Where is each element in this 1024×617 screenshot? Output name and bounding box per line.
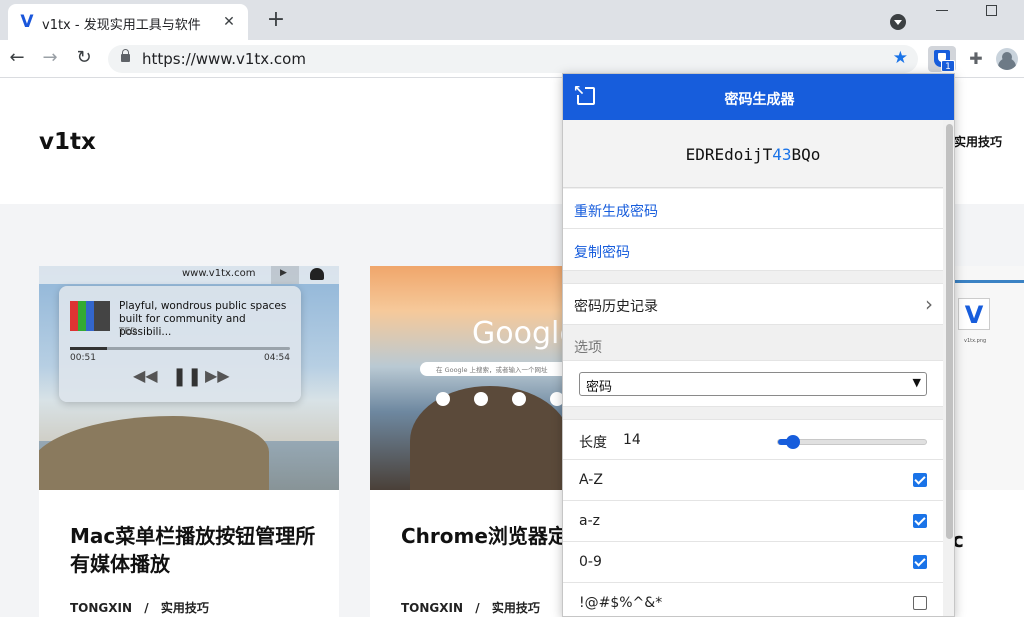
option-row: a-z (563, 501, 943, 542)
article-category[interactable]: 实用技巧 (492, 601, 540, 615)
forward-icon[interactable]: → (39, 46, 61, 70)
chevron-down-icon: ▼ (912, 376, 921, 389)
menubar-url: www.v1tx.com (182, 268, 256, 279)
media-time-total: 04:54 (264, 353, 290, 363)
length-row: 长度 14 (563, 419, 943, 460)
mac-menubar: www.v1tx.com (39, 266, 339, 284)
password-type-value: 密码 (586, 380, 613, 395)
media-time-elapsed: 00:51 (70, 353, 96, 363)
chevron-right-icon: › (925, 292, 933, 316)
meta-separator: / (144, 601, 149, 615)
option-label: 0-9 (579, 554, 602, 570)
option-row: 0-9 (563, 542, 943, 583)
new-tab-button[interactable]: + (264, 8, 288, 32)
v1tx-logo-icon: V (958, 298, 990, 330)
option-row: A-Z (563, 460, 943, 501)
copy-label: 复制密码 (574, 245, 630, 261)
shortcut-tile (512, 392, 526, 406)
extensions-puzzle-icon[interactable]: ✚ (962, 46, 990, 72)
popup-scrollbar[interactable] (943, 120, 954, 616)
google-search-placeholder: 在 Google 上搜索，或者输入一个网址 (436, 366, 548, 374)
length-label: 长度 (579, 435, 607, 451)
article-author[interactable]: TONGXIN (401, 601, 463, 615)
play-icon (271, 266, 299, 284)
article-author[interactable]: TONGXIN (70, 601, 132, 615)
article-category[interactable]: 实用技巧 (161, 601, 209, 615)
fast-forward-icon: ▶▶ (205, 366, 230, 385)
popup-header: ↖ 密码生成器 (563, 74, 954, 120)
bookmark-star-icon[interactable]: ★ (893, 48, 908, 68)
generated-password-box: EDREdoijT43BQo (563, 120, 943, 188)
media-progress (70, 347, 290, 350)
back-icon[interactable]: ← (6, 46, 28, 70)
image-caption: v1tx.png (964, 338, 987, 344)
tab-strip: V v1tx - 发现实用工具与软件 ✕ + (0, 0, 1024, 40)
option-label: a-z (579, 513, 600, 529)
history-label: 密码历史记录 (574, 299, 658, 315)
password-type-select[interactable]: 密码 ▼ (579, 372, 927, 396)
length-value: 14 (623, 432, 641, 448)
option-checkbox[interactable] (913, 473, 927, 487)
site-logo[interactable]: v1tx (39, 129, 96, 155)
pause-icon: ❚❚ (172, 366, 203, 387)
v1tx-favicon-icon: V (20, 12, 34, 32)
option-row: !@#$%^&* (563, 583, 943, 616)
article-card[interactable]: www.v1tx.com Playful, wondrous public sp… (39, 266, 339, 617)
article-meta: TONGXIN / 实用技巧 (70, 599, 209, 616)
option-label: !@#$%^&* (579, 595, 663, 611)
hat-icon (310, 268, 324, 280)
minimize-icon[interactable] (936, 10, 948, 11)
media-widget: Playful, wondrous public spaces built fo… (59, 286, 301, 402)
option-checkbox[interactable] (913, 514, 927, 528)
browser-tab[interactable]: V v1tx - 发现实用工具与软件 ✕ (8, 4, 248, 40)
regenerate-password-button[interactable]: 重新生成密码 (563, 189, 943, 229)
article-thumbnail[interactable]: V v1tx.png (952, 266, 1024, 490)
popup-title: 密码生成器 (724, 92, 795, 108)
scrollbar-thumb[interactable] (946, 124, 953, 539)
shortcut-tile (474, 392, 488, 406)
profile-avatar[interactable] (996, 48, 1018, 70)
option-label: A-Z (579, 472, 603, 488)
url-text[interactable]: https://www.v1tx.com (142, 50, 306, 68)
article-thumbnail[interactable]: www.v1tx.com Playful, wondrous public sp… (39, 266, 339, 490)
option-checkbox[interactable] (913, 555, 927, 569)
site-nav-item[interactable]: 实用技巧 (954, 133, 1002, 150)
extension-badge: 1 (941, 60, 955, 72)
media-title: Playful, wondrous public spaces built fo… (119, 300, 287, 338)
generated-password[interactable]: EDREdoijT43BQo (563, 145, 943, 164)
tab-title: v1tx - 发现实用工具与软件 (42, 18, 201, 33)
tab-search-icon[interactable] (890, 14, 906, 30)
password-history-item[interactable]: 密码历史记录 › (563, 283, 943, 325)
media-thumbnail (70, 301, 110, 331)
copy-password-button[interactable]: 复制密码 (563, 229, 943, 271)
regenerate-label: 重新生成密码 (574, 204, 658, 220)
media-source: TED (119, 327, 138, 337)
meta-separator: / (475, 601, 480, 615)
article-meta: TONGXIN / 实用技巧 (401, 599, 540, 616)
article-card[interactable]: V v1tx.png c (952, 266, 1024, 617)
length-slider[interactable] (777, 435, 927, 449)
shortcut-tile (436, 392, 450, 406)
lock-icon[interactable] (121, 49, 130, 62)
maximize-icon[interactable] (986, 5, 997, 16)
type-row: 密码 ▼ (563, 360, 943, 407)
option-checkbox[interactable] (913, 596, 927, 610)
reload-icon[interactable]: ↻ (73, 46, 95, 70)
options-section-label: 选项 (574, 340, 602, 356)
rewind-icon: ◀◀ (133, 366, 158, 385)
close-icon[interactable]: ✕ (220, 13, 238, 31)
google-search-box: 在 Google 上搜索，或者输入一个网址 (420, 362, 570, 376)
password-generator-popup: ↖ 密码生成器 EDREdoijT43BQo 重新生成密码 复制密码 密码历史记… (562, 73, 955, 617)
article-title[interactable]: Mac菜单栏播放按钮管理所有媒体播放 (70, 522, 320, 578)
length-slider-handle[interactable] (786, 435, 800, 449)
address-bar[interactable]: https://www.v1tx.com ★ (108, 45, 918, 73)
